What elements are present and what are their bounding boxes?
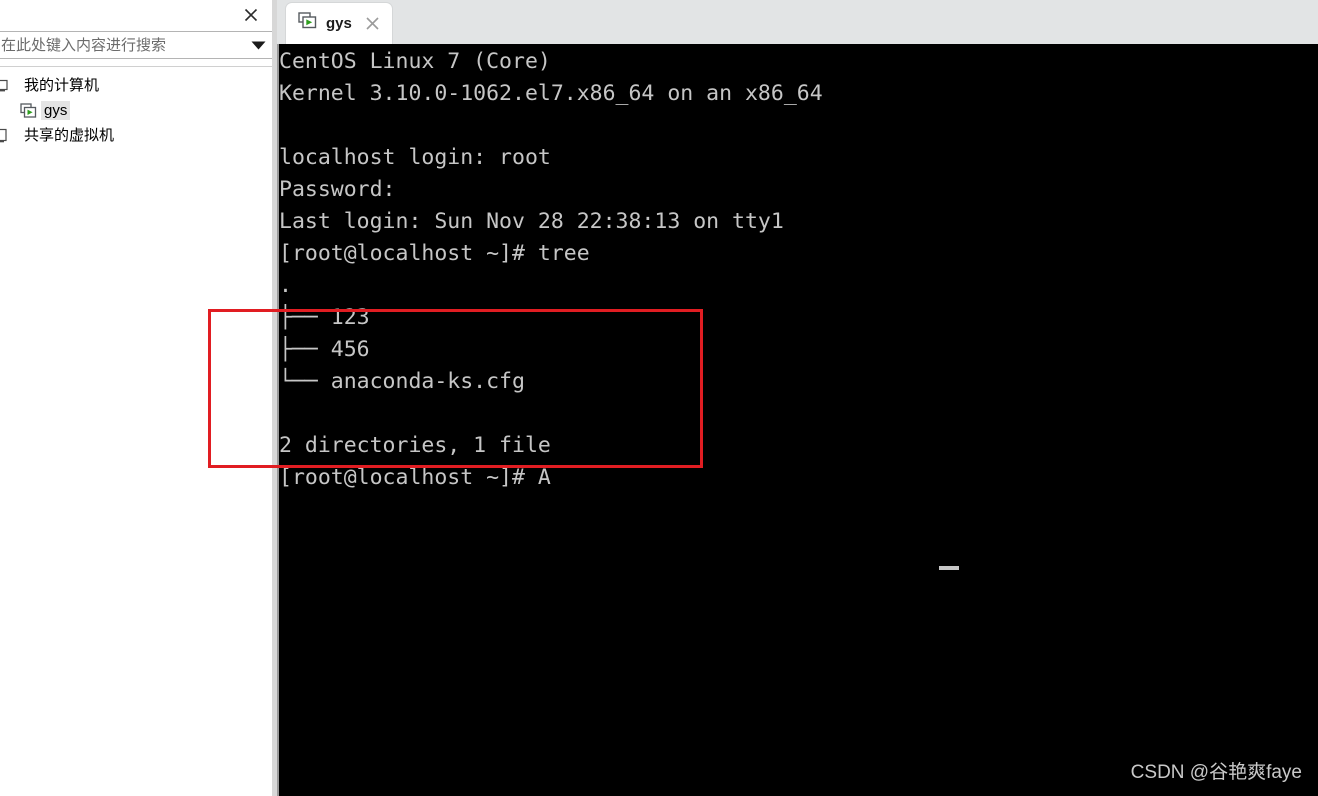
sidebar-titlebar: [0, 0, 272, 30]
library-tree[interactable]: 我的计算机 gys 共享的虚拟机: [0, 66, 274, 796]
watermark-text: CSDN @谷艳爽faye: [1130, 762, 1302, 783]
tab-gys[interactable]: gys: [286, 3, 392, 44]
virtual-machine-powered-on-icon: [298, 12, 318, 35]
terminal-cursor: [939, 566, 959, 570]
tab-label: gys: [326, 15, 352, 32]
tree-item-my-computer[interactable]: 我的计算机: [0, 73, 273, 98]
close-icon[interactable]: [238, 4, 264, 26]
close-icon[interactable]: [364, 15, 382, 33]
virtual-machine-powered-on-icon: [19, 102, 37, 120]
tab-bar: gys: [277, 0, 1318, 45]
search-box[interactable]: [0, 31, 274, 59]
tree-item-label: 共享的虚拟机: [24, 127, 115, 144]
vmware-workstation-window: 我的计算机 gys: [0, 0, 1318, 796]
terminal-console[interactable]: CentOS Linux 7 (Core) Kernel 3.10.0-1062…: [277, 44, 1318, 796]
my-computer-icon: [0, 77, 17, 95]
vm-console-area: gys CentOS Linux 7 (Core) Kernel 3.10.0-…: [277, 0, 1318, 796]
library-sidebar: 我的计算机 gys: [0, 0, 274, 796]
tree-item-gys[interactable]: gys: [0, 98, 273, 123]
tree-item-label: 我的计算机: [24, 77, 100, 94]
chevron-down-icon[interactable]: [243, 32, 273, 58]
shared-vms-icon: [0, 127, 17, 145]
search-input[interactable]: [0, 32, 243, 58]
tree-item-shared-vms[interactable]: 共享的虚拟机: [0, 123, 273, 148]
terminal-output: CentOS Linux 7 (Core) Kernel 3.10.0-1062…: [279, 49, 823, 490]
tree-item-label: gys: [41, 101, 71, 120]
